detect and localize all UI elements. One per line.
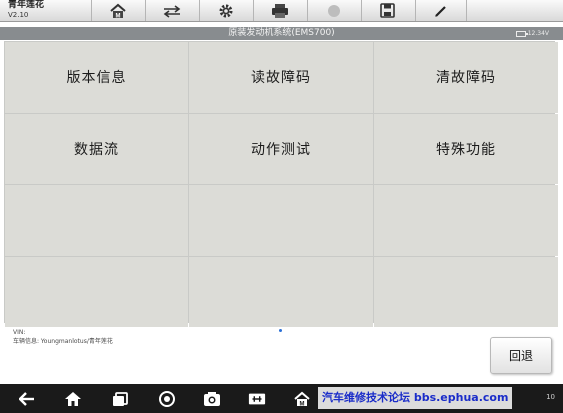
menu-item-special-functions[interactable]: 特殊功能	[374, 113, 558, 184]
svg-text:M: M	[300, 401, 305, 407]
edit-button[interactable]	[415, 0, 467, 21]
menu-item-actuation-test[interactable]: 动作测试	[189, 113, 373, 184]
function-grid: 版本信息 读故障码 清故障码 数据流 动作测试 特殊功能	[4, 41, 558, 327]
empty-cell	[5, 256, 188, 327]
status-time: 10	[546, 393, 555, 401]
vin-label: VIN:	[13, 329, 26, 336]
print-icon	[271, 3, 288, 18]
settings-icon	[219, 4, 232, 17]
help-button[interactable]	[307, 0, 359, 21]
recent-apps-icon[interactable]	[111, 390, 129, 407]
empty-cell	[189, 256, 373, 327]
menu-item-read-codes[interactable]: 读故障码	[189, 42, 373, 113]
home-icon: M	[109, 3, 126, 19]
vehicle-info-panel: VIN: 车辆信息: Youngmanlotus/青年莲花	[13, 328, 113, 346]
empty-cell	[374, 185, 558, 256]
title-bar: 原装发动机系统(EMS700) 12.34V	[0, 27, 563, 40]
print-button[interactable]	[253, 0, 305, 21]
settings-button[interactable]	[199, 0, 251, 21]
menu-item-data-stream[interactable]: 数据流	[5, 113, 188, 184]
app-name: 青年莲花	[8, 0, 45, 10]
browser-icon[interactable]	[158, 390, 176, 407]
vehicle-swap-icon	[163, 4, 180, 18]
page-title: 原装发动机系统(EMS700)	[228, 28, 335, 38]
top-toolbar: 青年莲花 V2.10 M	[0, 0, 563, 22]
back-arrow-icon[interactable]	[18, 390, 36, 407]
menu-item-clear-codes[interactable]: 清故障码	[374, 42, 558, 113]
back-button[interactable]: 回退	[490, 337, 552, 374]
edit-icon	[435, 5, 446, 17]
maxi-icon[interactable]: M	[293, 390, 311, 407]
vehicle-info-text: 车辆信息: Youngmanlotus/青年莲花	[13, 338, 113, 345]
watermark: 汽车维修技术论坛 bbs.ephua.com	[318, 387, 513, 409]
empty-cell	[189, 185, 373, 256]
svg-text:M: M	[115, 13, 120, 19]
save-icon	[380, 3, 395, 18]
vehicle-swap-button[interactable]	[145, 0, 197, 21]
battery-voltage: 12.34V	[527, 30, 549, 37]
battery-status: 12.34V	[515, 27, 549, 40]
camera-icon[interactable]	[203, 390, 221, 407]
app-version: V2.10	[8, 11, 29, 19]
battery-icon	[515, 30, 528, 37]
page-indicator-dot	[279, 329, 282, 332]
screenshot-icon[interactable]	[248, 390, 266, 407]
empty-cell	[5, 185, 188, 256]
menu-item-version-info[interactable]: 版本信息	[5, 42, 188, 113]
help-icon	[327, 4, 340, 17]
nav-home-icon[interactable]	[64, 390, 82, 407]
empty-cell	[374, 256, 558, 327]
home-button[interactable]: M	[91, 0, 143, 21]
save-button[interactable]	[361, 0, 413, 21]
